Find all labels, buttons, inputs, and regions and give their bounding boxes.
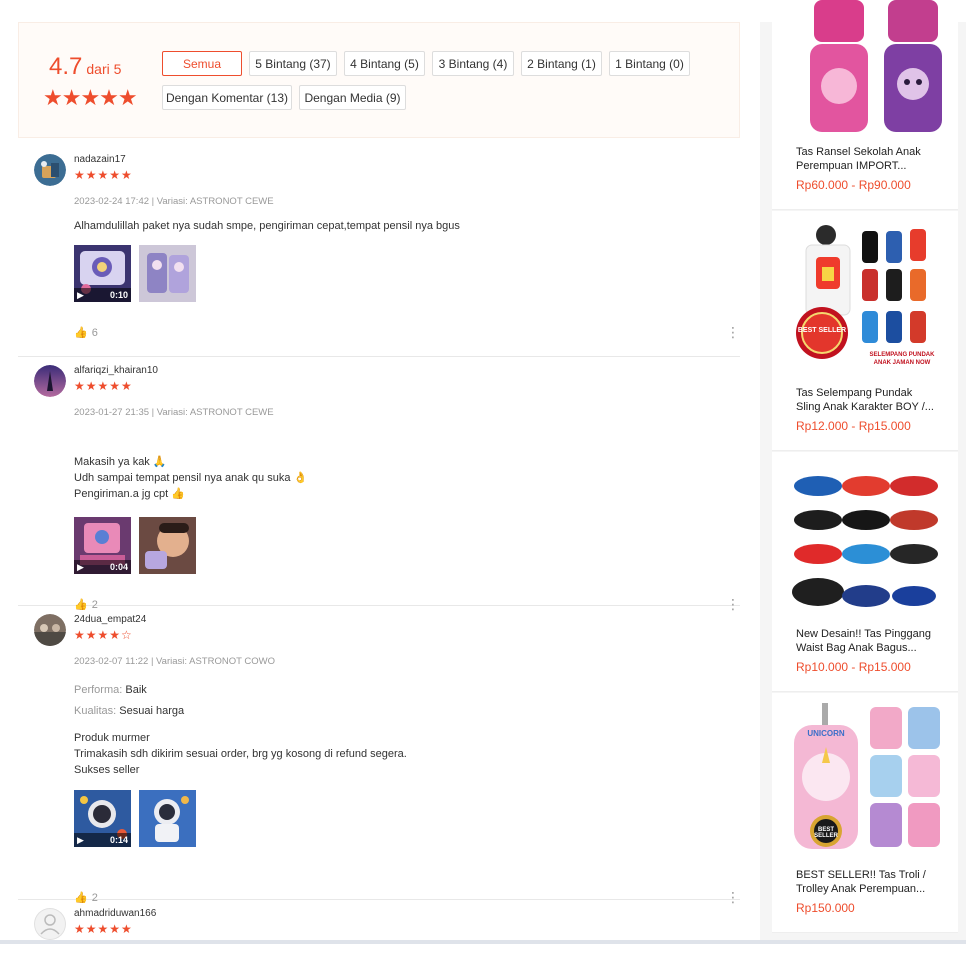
like-button[interactable]: 👍 6 xyxy=(74,326,98,340)
review-comment: Alhamdulillah paket nya sudah smpe, peng… xyxy=(74,220,460,232)
review-video-thumbnail[interactable]: ▶ 0:10 xyxy=(74,245,131,302)
review-attribute-quality: Kualitas: Sesuai harga xyxy=(74,705,185,717)
product-card[interactable]: BEST SELLER SELEMPANG PUNDAK ANAK JAMAN … xyxy=(772,211,958,451)
video-duration-badge: ▶ 0:04 xyxy=(74,560,131,574)
review-item: alfariqzi_khairan10 ★★★★★ 2023-01-27 21:… xyxy=(18,357,740,612)
review-comment: Produk murmer Trimakasih sdh dikirim ses… xyxy=(74,732,407,776)
video-camera-icon: ▶ xyxy=(77,289,84,300)
review-media: ▶ 0:14 xyxy=(74,790,196,847)
review-photo-thumbnail[interactable] xyxy=(139,517,196,574)
filter-5-star-button[interactable]: 5 Bintang (37) xyxy=(249,51,337,76)
score-value: 4.7 xyxy=(49,53,83,80)
rating-summary: 4.7 dari 5 ★★★★★ Semua 5 Bintang (37) 4 B… xyxy=(18,22,740,138)
product-image-caption: SELEMPANG PUNDAK ANAK JAMAN NOW xyxy=(869,352,935,366)
ratings-panel: 4.7 dari 5 ★★★★★ Semua 5 Bintang (37) 4 B… xyxy=(0,22,760,942)
product-image[interactable] xyxy=(788,462,944,618)
score-out-of: dari 5 xyxy=(86,61,122,77)
thumbs-up-icon: 👍 xyxy=(74,327,88,339)
video-camera-icon: ▶ xyxy=(77,834,84,845)
product-image[interactable] xyxy=(788,0,944,134)
review-item: ahmadriduwan166 ★★★★★ xyxy=(18,900,740,942)
product-name[interactable]: BEST SELLER!! Tas Troli / Trolley Anak P… xyxy=(796,869,936,896)
review-stars: ★★★★★ xyxy=(74,922,133,936)
bottom-area xyxy=(0,944,966,966)
best-seller-badge: BEST SELLER xyxy=(797,327,847,334)
review-video-thumbnail[interactable]: ▶ 0:04 xyxy=(74,517,131,574)
rating-score: 4.7 dari 5 xyxy=(49,53,121,81)
product-name[interactable]: New Desain!! Tas Pinggang Waist Bag Anak… xyxy=(796,628,936,655)
like-count: 6 xyxy=(91,326,98,339)
video-duration-badge: ▶ 0:10 xyxy=(74,288,131,302)
more-options-icon[interactable]: ⋮ xyxy=(726,324,740,341)
review-item: nadazain17 ★★★★★ 2023-02-24 17:42 | Vari… xyxy=(18,146,740,357)
review-comment: Makasih ya kak 🙏 Udh sampai tempat pensi… xyxy=(74,456,308,500)
avatar xyxy=(34,614,66,646)
similar-products-sidebar: Tas Ransel Sekolah Anak Perempuan IMPORT… xyxy=(772,0,958,940)
review-video-thumbnail[interactable]: ▶ 0:14 xyxy=(74,790,131,847)
review-stars: ★★★★☆ xyxy=(74,628,133,642)
review-photo-thumbnail[interactable] xyxy=(139,245,196,302)
review-item: 24dua_empat24 ★★★★☆ 2023-02-07 11:22 | V… xyxy=(18,606,740,905)
product-card[interactable]: Tas Ransel Sekolah Anak Perempuan IMPORT… xyxy=(772,0,958,210)
product-image-logo: UNICORN xyxy=(807,729,845,738)
review-username: nadazain17 xyxy=(74,154,126,165)
product-image[interactable]: UNICORN BEST SELLER xyxy=(788,703,944,859)
filter-2-star-button[interactable]: 2 Bintang (1) xyxy=(521,51,602,76)
review-meta: 2023-01-27 21:35 | Variasi: ASTRONOT CEW… xyxy=(74,407,274,418)
review-username: ahmadriduwan166 xyxy=(74,908,157,919)
filter-with-comment-button[interactable]: Dengan Komentar (13) xyxy=(162,85,292,110)
best-seller-badge: BEST SELLER xyxy=(814,827,838,839)
product-price: Rp60.000 - Rp90.000 xyxy=(796,178,911,192)
filter-4-star-button[interactable]: 4 Bintang (5) xyxy=(344,51,425,76)
product-price: Rp12.000 - Rp15.000 xyxy=(796,419,911,433)
filter-3-star-button[interactable]: 3 Bintang (4) xyxy=(432,51,514,76)
review-meta: 2023-02-24 17:42 | Variasi: ASTRONOT CEW… xyxy=(74,196,274,207)
review-attribute-performance: Performa: Baik xyxy=(74,684,147,696)
filter-with-media-button[interactable]: Dengan Media (9) xyxy=(299,85,406,110)
review-username: alfariqzi_khairan10 xyxy=(74,365,158,376)
product-image[interactable]: BEST SELLER SELEMPANG PUNDAK ANAK JAMAN … xyxy=(788,221,944,377)
filter-all-button[interactable]: Semua xyxy=(162,51,242,76)
review-stars: ★★★★★ xyxy=(74,379,133,393)
review-meta: 2023-02-07 11:22 | Variasi: ASTRONOT COW… xyxy=(74,656,275,667)
product-name[interactable]: Tas Selempang Pundak Sling Anak Karakter… xyxy=(796,387,936,414)
review-stars: ★★★★★ xyxy=(74,168,133,182)
product-card[interactable]: New Desain!! Tas Pinggang Waist Bag Anak… xyxy=(772,452,958,692)
avatar xyxy=(34,365,66,397)
rating-stars: ★★★★★ xyxy=(43,85,138,110)
product-price: Rp150.000 xyxy=(796,901,855,915)
review-username: 24dua_empat24 xyxy=(74,614,147,625)
review-media: ▶ 0:10 xyxy=(74,245,196,302)
product-price: Rp10.000 - Rp15.000 xyxy=(796,660,911,674)
filter-1-star-button[interactable]: 1 Bintang (0) xyxy=(609,51,690,76)
video-duration-badge: ▶ 0:14 xyxy=(74,833,131,847)
video-camera-icon: ▶ xyxy=(77,561,84,572)
avatar xyxy=(34,154,66,186)
product-card[interactable]: UNICORN BEST SELLER BEST SELLER!! Tas Tr… xyxy=(772,693,958,933)
product-name[interactable]: Tas Ransel Sekolah Anak Perempuan IMPORT… xyxy=(796,146,936,173)
avatar xyxy=(34,908,66,940)
review-photo-thumbnail[interactable] xyxy=(139,790,196,847)
review-media: ▶ 0:04 xyxy=(74,517,196,574)
